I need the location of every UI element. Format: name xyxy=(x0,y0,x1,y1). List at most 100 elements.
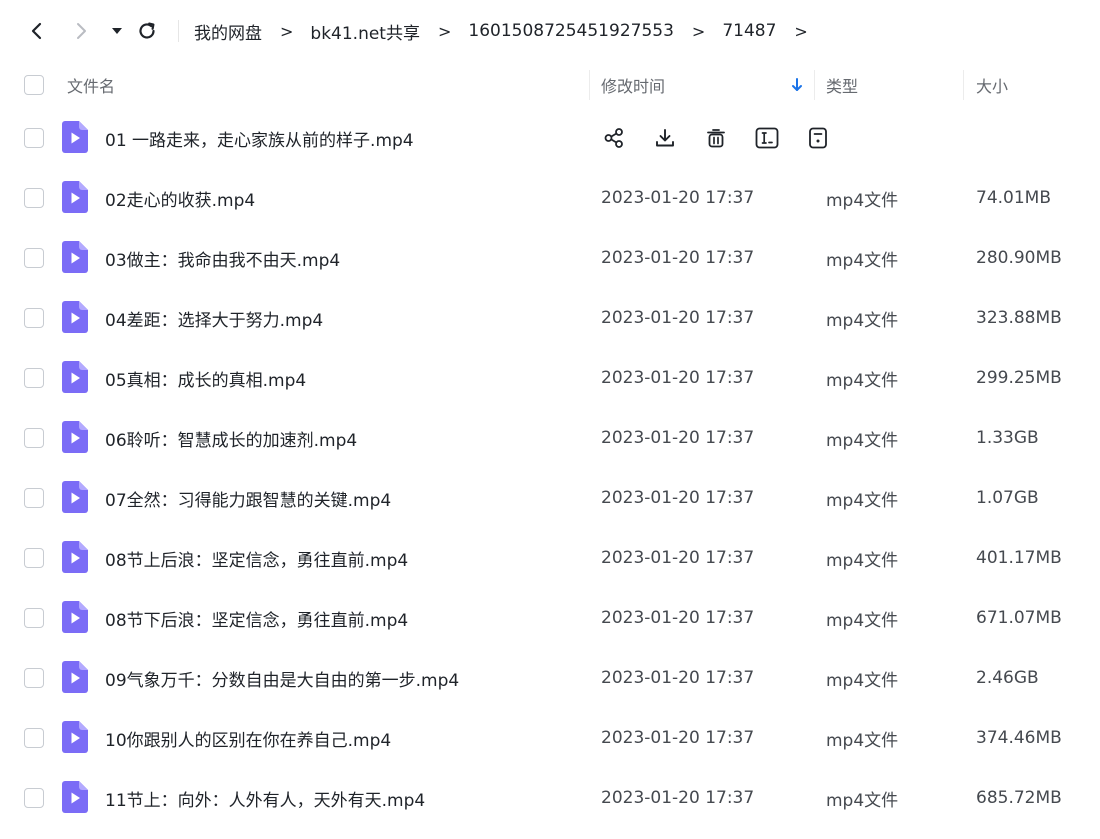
row-checkbox[interactable] xyxy=(24,728,44,748)
file-name[interactable]: 02走心的收获.mp4 xyxy=(105,168,255,228)
column-divider xyxy=(589,70,590,100)
share-icon xyxy=(604,128,623,148)
row-checkbox[interactable] xyxy=(24,428,44,448)
breadcrumb-separator-icon: > xyxy=(691,21,706,41)
file-type: mp4文件 xyxy=(826,490,899,511)
download-icon xyxy=(656,129,674,147)
file-size: 671.07MB xyxy=(976,608,1062,628)
file-size: 401.17MB xyxy=(976,548,1062,568)
breadcrumb: 我的网盘 > bk41.net共享 > 1601508725451927553 … xyxy=(194,0,825,62)
file-modified-time: 2023-01-20 17:37 xyxy=(601,788,755,808)
breadcrumb-item-current[interactable]: 71487 xyxy=(722,21,776,41)
row-actions xyxy=(600,124,855,152)
row-checkbox[interactable] xyxy=(24,788,44,808)
delete-icon xyxy=(707,129,725,148)
file-size: 323.88MB xyxy=(976,308,1062,328)
breadcrumb-item-share[interactable]: bk41.net共享 xyxy=(310,19,420,44)
breadcrumb-separator-icon: > xyxy=(794,21,808,41)
file-row[interactable]: 11节上：向外：人外有人，天外有天.mp4 2023-01-20 17:37 mp4… xyxy=(0,768,1100,828)
video-file-icon xyxy=(62,301,88,333)
forward-button[interactable] xyxy=(66,16,96,46)
file-size: 2.46GB xyxy=(976,668,1039,688)
video-file-icon xyxy=(62,421,88,453)
chevron-left-icon xyxy=(31,22,42,40)
file-row[interactable]: 10你跟别人的区别在你在养自己.mp4 2023-01-20 17:37 mp4文件… xyxy=(0,708,1100,768)
more-button[interactable] xyxy=(804,124,832,152)
breadcrumb-item-folder-id[interactable]: 1601508725451927553 xyxy=(468,21,674,41)
file-row[interactable]: 08节上后浪：坚定信念，勇往直前.mp4 2023-01-20 17:37 mp4文… xyxy=(0,528,1100,588)
file-row[interactable]: 06聆听：智慧成长的加速剂.mp4 2023-01-20 17:37 mp4文件 1.… xyxy=(0,408,1100,468)
rename-button[interactable] xyxy=(753,124,781,152)
file-name[interactable]: 09气象万千：分数自由是大自由的第一步.mp4 xyxy=(105,648,459,708)
file-row[interactable]: 03做主：我命由我不由天.mp4 2023-01-20 17:37 mp4文件 280… xyxy=(0,228,1100,288)
delete-button[interactable] xyxy=(702,124,730,152)
share-button[interactable] xyxy=(600,124,628,152)
column-header-modified[interactable]: 修改时间 xyxy=(601,62,665,108)
row-checkbox[interactable] xyxy=(24,248,44,268)
file-name[interactable]: 07全然：习得能力跟智慧的关键.mp4 xyxy=(105,468,391,528)
chevron-right-icon xyxy=(77,23,86,39)
file-type: mp4文件 xyxy=(826,670,899,691)
file-modified-time: 2023-01-20 17:37 xyxy=(601,728,755,748)
file-type: mp4文件 xyxy=(826,610,899,631)
file-name[interactable]: 01 一路走来，走心家族从前的样子.mp4 xyxy=(105,108,414,168)
file-row[interactable]: 04差距：选择大于努力.mp4 2023-01-20 17:37 mp4文件 323.… xyxy=(0,288,1100,348)
file-name[interactable]: 06聆听：智慧成长的加速剂.mp4 xyxy=(105,408,357,468)
file-name[interactable]: 05真相：成长的真相.mp4 xyxy=(105,348,306,408)
file-modified-time: 2023-01-20 17:37 xyxy=(601,548,755,568)
column-header-name[interactable]: 文件名 xyxy=(67,62,115,108)
video-file-icon xyxy=(62,241,88,273)
download-button[interactable] xyxy=(651,124,679,152)
file-row[interactable]: 07全然：习得能力跟智慧的关键.mp4 2023-01-20 17:37 mp4文件… xyxy=(0,468,1100,528)
row-checkbox[interactable] xyxy=(24,308,44,328)
file-name[interactable]: 03做主：我命由我不由天.mp4 xyxy=(105,228,340,288)
row-checkbox[interactable] xyxy=(24,188,44,208)
file-modified-time: 2023-01-20 17:37 xyxy=(601,308,755,328)
row-checkbox[interactable] xyxy=(24,548,44,568)
row-checkbox[interactable] xyxy=(24,128,44,148)
file-type: mp4文件 xyxy=(826,430,899,451)
file-size: 1.07GB xyxy=(976,488,1039,508)
file-row[interactable]: 08节下后浪：坚定信念，勇往直前.mp4 2023-01-20 17:37 mp4文… xyxy=(0,588,1100,648)
row-checkbox[interactable] xyxy=(24,368,44,388)
file-size: 280.90MB xyxy=(976,248,1062,268)
column-header-type[interactable]: 类型 xyxy=(826,62,858,108)
file-size: 374.46MB xyxy=(976,728,1062,748)
file-type: mp4文件 xyxy=(826,370,899,391)
back-button[interactable] xyxy=(22,16,52,46)
video-file-icon xyxy=(62,121,88,153)
file-type: mp4文件 xyxy=(826,790,899,811)
file-name[interactable]: 08节下后浪：坚定信念，勇往直前.mp4 xyxy=(105,588,408,648)
file-name[interactable]: 08节上后浪：坚定信念，勇往直前.mp4 xyxy=(105,528,408,588)
toolbar: 我的网盘 > bk41.net共享 > 1601508725451927553 … xyxy=(0,0,1100,62)
file-name[interactable]: 10你跟别人的区别在你在养自己.mp4 xyxy=(105,708,391,768)
history-dropdown-button[interactable] xyxy=(102,16,132,46)
file-modified-time: 2023-01-20 17:37 xyxy=(601,428,755,448)
row-checkbox[interactable] xyxy=(24,668,44,688)
more-icon xyxy=(809,127,827,149)
select-all-checkbox[interactable] xyxy=(24,75,44,95)
row-checkbox[interactable] xyxy=(24,608,44,628)
file-type: mp4文件 xyxy=(826,250,899,271)
file-size: 1.33GB xyxy=(976,428,1039,448)
breadcrumb-item-root[interactable]: 我的网盘 xyxy=(194,19,262,44)
file-name[interactable]: 04差距：选择大于努力.mp4 xyxy=(105,288,323,348)
file-row[interactable]: 09气象万千：分数自由是大自由的第一步.mp4 2023-01-20 17:37 m… xyxy=(0,648,1100,708)
refresh-icon xyxy=(139,22,155,39)
rename-icon xyxy=(755,127,779,149)
file-row[interactable]: 01 一路走来，走心家族从前的样子.mp4 xyxy=(0,108,1100,168)
breadcrumb-separator-icon: > xyxy=(280,21,294,41)
file-name[interactable]: 11节上：向外：人外有人，天外有天.mp4 xyxy=(105,768,425,828)
file-row[interactable]: 05真相：成长的真相.mp4 2023-01-20 17:37 mp4文件 299.2… xyxy=(0,348,1100,408)
refresh-button[interactable] xyxy=(132,16,162,46)
file-size: 685.72MB xyxy=(976,788,1062,808)
file-modified-time: 2023-01-20 17:37 xyxy=(601,188,755,208)
column-header-size[interactable]: 大小 xyxy=(976,62,1008,108)
video-file-icon xyxy=(62,721,88,753)
caret-down-icon xyxy=(112,28,122,34)
row-checkbox[interactable] xyxy=(24,488,44,508)
sort-indicator[interactable] xyxy=(790,62,804,108)
file-row[interactable]: 02走心的收获.mp4 2023-01-20 17:37 mp4文件 74.01MB xyxy=(0,168,1100,228)
file-modified-time: 2023-01-20 17:37 xyxy=(601,488,755,508)
video-file-icon xyxy=(62,601,88,633)
